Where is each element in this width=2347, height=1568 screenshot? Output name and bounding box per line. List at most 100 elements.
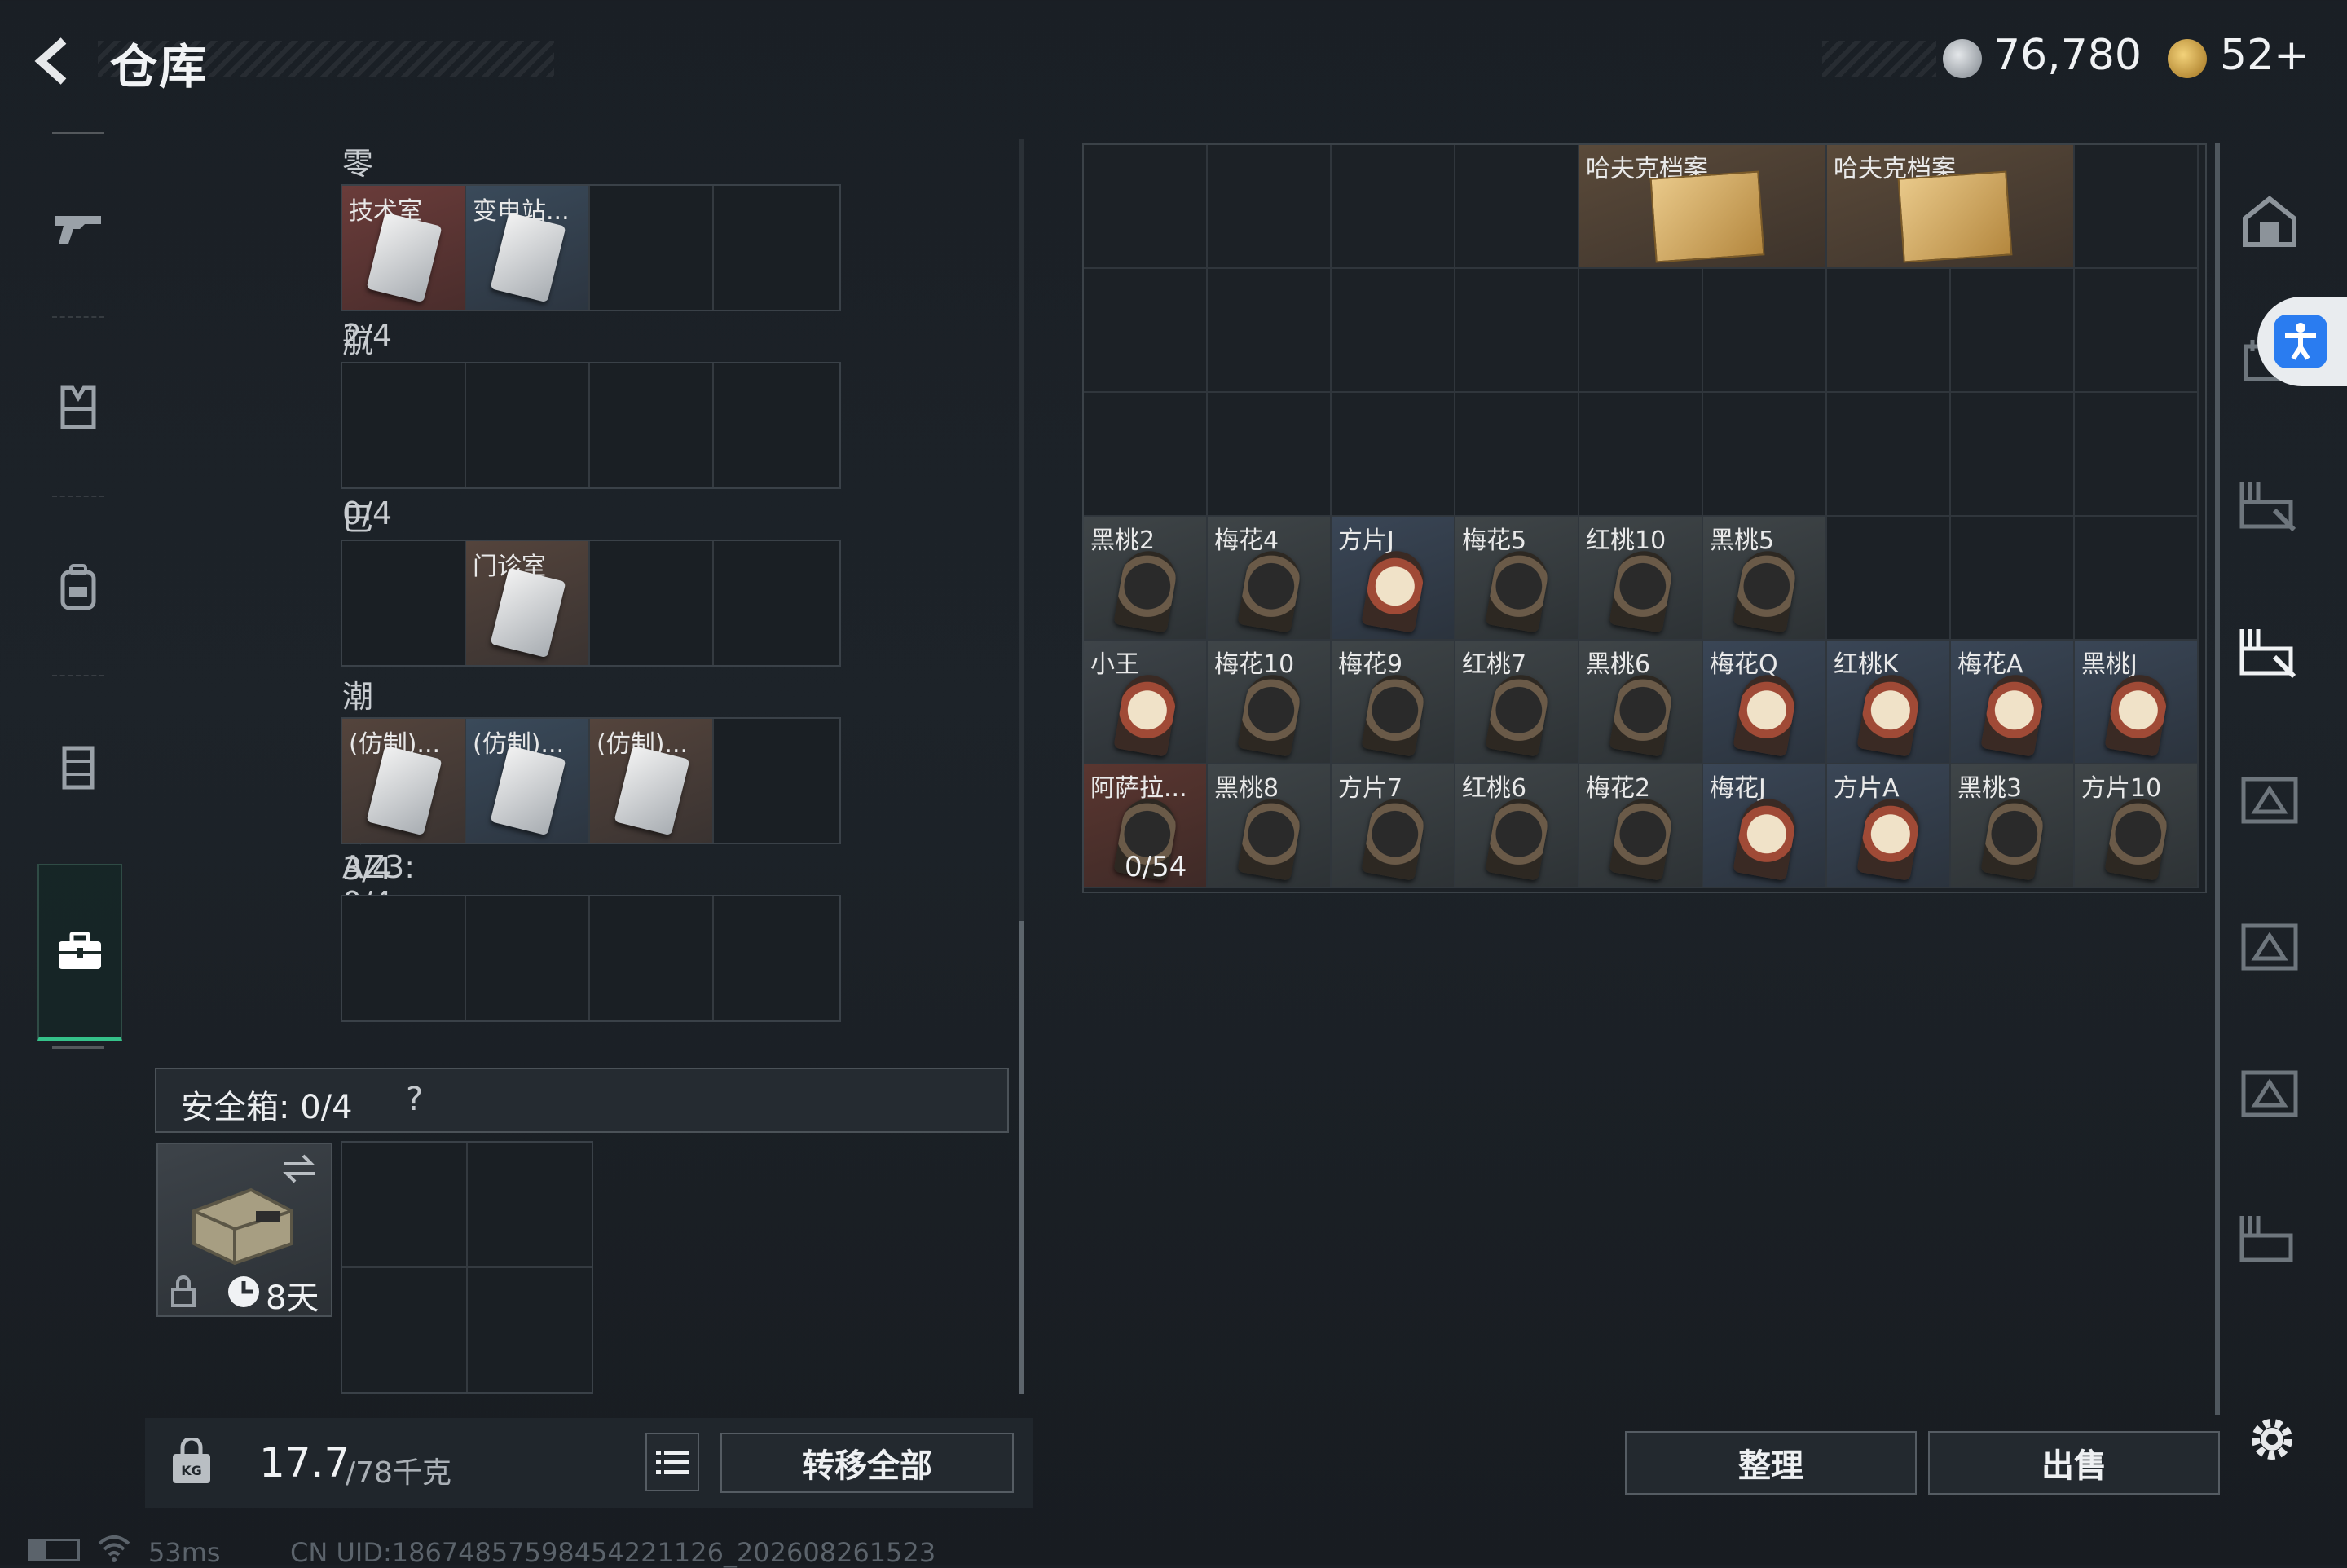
help-icon[interactable]: ? — [406, 1081, 423, 1118]
key-card-slot[interactable] — [342, 363, 466, 487]
collectible-item[interactable]: 黑桃J — [2075, 641, 2199, 764]
stash-tab-5[interactable] — [2225, 730, 2314, 869]
nav-backpack[interactable] — [28, 505, 129, 668]
key-card-slot[interactable] — [714, 186, 838, 310]
stash-slot[interactable] — [2075, 393, 2199, 517]
collectible-item[interactable]: 黑桃3 — [1951, 764, 2075, 888]
stash-slot[interactable] — [1703, 269, 1827, 393]
nav-armor[interactable] — [28, 326, 129, 489]
collectible-item[interactable]: 方片7 — [1332, 764, 1455, 888]
stash-slot[interactable] — [1332, 269, 1455, 393]
collectible-item[interactable]: 红桃6 — [1455, 764, 1579, 888]
collectible-item[interactable]: 梅花A — [1951, 641, 2075, 764]
settings-button[interactable] — [2239, 1407, 2305, 1472]
nav-weapons[interactable] — [28, 147, 129, 310]
stash-tab-3[interactable] — [2225, 437, 2314, 575]
organize-button[interactable]: 整理 — [1625, 1431, 1917, 1495]
collectible-item[interactable]: 方片A — [1827, 764, 1951, 888]
stash-tab-home[interactable] — [2225, 152, 2314, 290]
key-card-slot[interactable] — [714, 719, 838, 843]
list-view-button[interactable] — [645, 1433, 699, 1491]
stash-slot[interactable] — [1084, 269, 1208, 393]
stash-slot[interactable] — [1208, 269, 1332, 393]
collectible-item[interactable]: 梅花10 — [1208, 641, 1332, 764]
collectible-item[interactable]: 梅花2 — [1579, 764, 1703, 888]
key-card-slot[interactable]: (仿制)... — [590, 719, 714, 843]
stash-slot[interactable] — [2075, 517, 2199, 641]
stash-slot[interactable] — [1579, 269, 1703, 393]
key-card-slot[interactable] — [466, 363, 590, 487]
key-card-slot[interactable]: 门诊室 — [466, 541, 590, 665]
stash-tab-6[interactable] — [2225, 877, 2314, 1015]
collectible-item[interactable]: 方片J — [1332, 517, 1455, 641]
key-card-slot[interactable] — [342, 541, 466, 665]
stash-slot[interactable] — [1208, 145, 1332, 269]
stash-grid[interactable]: 哈夫克档案 哈夫克档案 黑桃2 梅花4 方片J 梅花5 红桃10 黑桃5 小王 梅花10 梅花9 红桃… — [1082, 143, 2207, 893]
stash-slot[interactable] — [1827, 517, 1951, 641]
collectible-item[interactable]: 红桃7 — [1455, 641, 1579, 764]
premium-currency-value[interactable]: 52+ — [2220, 31, 2310, 80]
collectible-item[interactable]: 梅花5 — [1455, 517, 1579, 641]
swap-icon[interactable] — [280, 1152, 318, 1185]
nav-case[interactable] — [37, 864, 122, 1041]
collectible-item[interactable]: 红桃K — [1827, 641, 1951, 764]
stash-slot[interactable] — [1455, 393, 1579, 517]
stash-slot[interactable] — [1332, 393, 1455, 517]
scrollbar-track[interactable] — [1019, 139, 1024, 1394]
collectible-item[interactable]: 阿萨拉... 0/54 — [1084, 764, 1208, 888]
collectible-item[interactable]: 红桃10 — [1579, 517, 1703, 641]
collectible-item[interactable]: 梅花9 — [1332, 641, 1455, 764]
stash-slot[interactable] — [1084, 393, 1208, 517]
document-item[interactable]: 哈夫克档案 — [1579, 145, 1827, 269]
scrollbar-thumb[interactable] — [1019, 921, 1024, 1394]
stash-slot[interactable] — [1455, 145, 1579, 269]
stash-slot[interactable] — [1827, 393, 1951, 517]
accessibility-button[interactable] — [2257, 297, 2347, 386]
collectible-item[interactable]: 黑桃5 — [1703, 517, 1827, 641]
sell-button[interactable]: 出售 — [1928, 1431, 2220, 1495]
collectible-item[interactable]: 梅花4 — [1208, 517, 1332, 641]
stash-slot[interactable] — [1703, 393, 1827, 517]
collectible-item[interactable]: 梅花J — [1703, 764, 1827, 888]
stash-scrollbar[interactable] — [2215, 143, 2220, 1415]
key-card-slot[interactable] — [590, 896, 714, 1020]
stash-slot[interactable] — [1951, 517, 2075, 641]
key-card-slot[interactable] — [342, 896, 466, 1020]
collectible-item[interactable]: 黑桃2 — [1084, 517, 1208, 641]
collectible-item[interactable]: 梅花Q — [1703, 641, 1827, 764]
stash-slot[interactable] — [1579, 393, 1703, 517]
collectible-item[interactable]: 黑桃8 — [1208, 764, 1332, 888]
stash-slot[interactable] — [2075, 145, 2199, 269]
key-card-slot[interactable]: (仿制)... — [342, 719, 466, 843]
stash-slot[interactable] — [1951, 269, 2075, 393]
key-card-slot[interactable]: 技术室 — [342, 186, 466, 310]
stash-scrollbar-thumb[interactable] — [2215, 143, 2220, 1415]
safe-box-item[interactable]: 8天 — [156, 1143, 332, 1317]
stash-slot[interactable] — [1951, 393, 2075, 517]
safe-box-grid[interactable] — [341, 1141, 593, 1394]
collectible-item[interactable]: 黑桃6 — [1579, 641, 1703, 764]
document-item[interactable]: 哈夫克档案 — [1827, 145, 2075, 269]
key-card-slot[interactable]: (仿制)... — [466, 719, 590, 843]
nav-rig[interactable] — [28, 685, 129, 848]
stash-slot[interactable] — [1208, 393, 1332, 517]
key-card-slot[interactable] — [714, 896, 838, 1020]
stash-tab-7[interactable] — [2225, 1024, 2314, 1162]
key-card-slot[interactable] — [714, 541, 838, 665]
stash-slot[interactable] — [1084, 145, 1208, 269]
key-card-slot[interactable] — [466, 896, 590, 1020]
key-card-slot[interactable] — [590, 541, 714, 665]
transfer-all-button[interactable]: 转移全部 — [720, 1433, 1014, 1493]
stash-tab-4-active[interactable] — [2225, 584, 2314, 722]
key-card-slot[interactable] — [714, 363, 838, 487]
stash-slot[interactable] — [1455, 269, 1579, 393]
stash-slot[interactable] — [1827, 269, 1951, 393]
stash-tab-8[interactable] — [2225, 1170, 2314, 1309]
stash-slot[interactable] — [2075, 269, 2199, 393]
collectible-item[interactable]: 方片10 — [2075, 764, 2199, 888]
key-card-slot[interactable] — [590, 186, 714, 310]
stash-slot[interactable] — [1332, 145, 1455, 269]
back-button[interactable] — [24, 33, 81, 90]
collectible-item[interactable]: 小王 — [1084, 641, 1208, 764]
key-card-slot[interactable]: 变电站... — [466, 186, 590, 310]
